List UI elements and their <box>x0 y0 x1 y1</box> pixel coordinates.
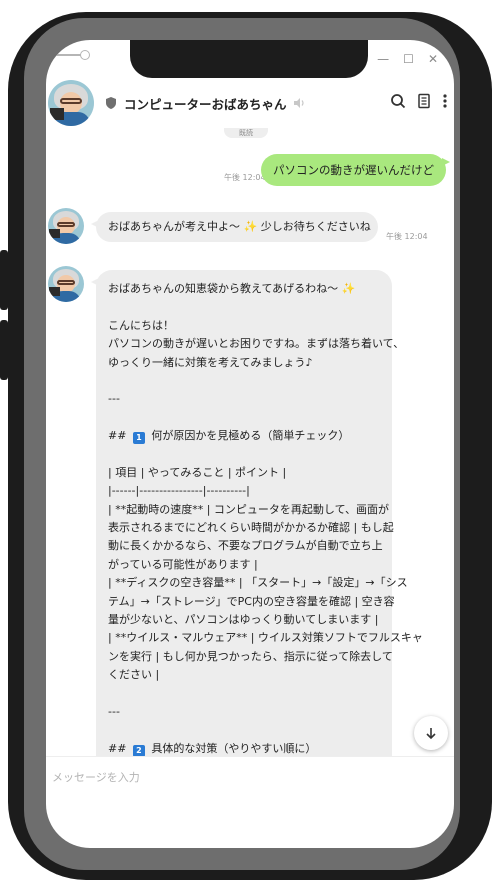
number-badge: 1 <box>132 432 145 445</box>
read-indicator: 既読 <box>224 128 268 138</box>
reply-line: パソコンの動きが遅いとお困りですね。まずは落ち着いて、 <box>108 337 405 351</box>
reply-line: | **起動時の速度** | コンピュータを再起動して、画面が <box>108 502 390 516</box>
close-icon[interactable]: ✕ <box>428 52 438 66</box>
reply-line: --- <box>108 704 120 718</box>
speaker-icon[interactable] <box>293 97 305 109</box>
bot-avatar[interactable] <box>48 266 84 302</box>
reply-line: ゆっくり一緒に対策を考えてみましょう♪ <box>108 355 313 369</box>
reply-line: ください | <box>108 668 160 682</box>
minimize-icon[interactable]: — <box>377 52 389 66</box>
app-screen: — ☐ ✕ コンピューターおばあちゃん 既読 午後 12:04 パソコンの動きが… <box>46 40 454 848</box>
message-time: 午後 12:04 <box>224 173 266 182</box>
reply-line: がっている可能性があります | <box>108 557 258 571</box>
user-message-bubble[interactable]: パソコンの動きが遅いんだけど <box>261 154 450 186</box>
shield-icon <box>106 97 116 109</box>
side-button <box>0 250 8 310</box>
reply-line <box>108 372 380 390</box>
phone-notch <box>130 40 368 78</box>
bot-reply-bubble[interactable]: おばあちゃんの知恵袋から教えてあげるわね～ ✨ こんにちは！ パソコンの動きが遅い… <box>91 270 423 756</box>
window-pin-icon[interactable] <box>80 50 90 60</box>
reply-line <box>108 685 380 703</box>
reply-line: ンを実行 | もし何か見つかったら、指示に従って除去して <box>108 649 393 663</box>
reply-line <box>108 446 380 464</box>
message-time: 午後 12:04 <box>386 232 428 241</box>
reply-line: 表示されるまでにどれくらい時間がかかるか確認 | もし起 <box>108 521 394 535</box>
reply-line: ## 2 具体的な対策（やりやすい順に） <box>108 741 317 756</box>
reply-line: おばあちゃんの知恵袋から教えてあげるわね～ ✨ <box>108 282 356 295</box>
side-button <box>0 320 8 380</box>
reply-line <box>108 298 380 316</box>
reply-line: | **ディスクの空き容量** | 「スタート」→「設定」→「シス <box>108 576 408 590</box>
bot-status-text: おばあちゃんが考え中よ～ ✨ 少しお待ちくださいね <box>108 219 371 233</box>
reply-line: | **ウイルス・マルウェア** | ウイルス対策ソフトでフルスキャ <box>108 631 423 645</box>
reply-line <box>108 721 380 739</box>
reply-line: | 項目 | やってみること | ポイント | <box>108 465 287 479</box>
bot-avatar[interactable] <box>48 208 84 244</box>
reply-line: 動に長くかかるなら、不要なプログラムが自動で立ち上 <box>108 539 383 553</box>
reply-line: 量が少ないと、パソコンはゆっくり動いてしまいます | <box>108 613 379 627</box>
reply-line <box>108 409 380 427</box>
reply-line: こんにちは！ <box>108 318 174 332</box>
maximize-icon[interactable]: ☐ <box>403 52 414 66</box>
reply-line: |------|----------------|----------| <box>108 484 250 498</box>
number-badge: 2 <box>132 744 145 756</box>
arrow-down-icon <box>426 728 436 740</box>
bot-status-bubble[interactable]: おばあちゃんが考え中よ～ ✨ 少しお待ちくださいね <box>91 212 378 242</box>
scroll-to-bottom-button[interactable] <box>414 716 448 750</box>
chat-area[interactable]: 既読 午後 12:04 パソコンの動きが遅いんだけど おばあちゃんが考え中よ～ … <box>46 128 454 756</box>
message-input[interactable] <box>46 757 454 797</box>
message-composer <box>46 756 454 797</box>
reply-line: --- <box>108 392 120 406</box>
reply-line: テム」→「ストレージ」でPC内の空き容量を確認 | 空き容 <box>108 594 395 608</box>
header-actions <box>390 93 448 109</box>
chat-title: コンピューターおばあちゃん <box>124 96 287 112</box>
reply-line: ## 1 何が原因かを見極める（簡単チェック） <box>108 429 350 445</box>
window-controls: — ☐ ✕ <box>377 52 438 66</box>
more-vertical-icon[interactable] <box>442 93 448 109</box>
menu-icon[interactable] <box>416 93 432 109</box>
avatar[interactable] <box>48 80 94 126</box>
search-icon[interactable] <box>390 93 406 109</box>
chat-header: コンピューターおばあちゃん <box>46 78 454 128</box>
